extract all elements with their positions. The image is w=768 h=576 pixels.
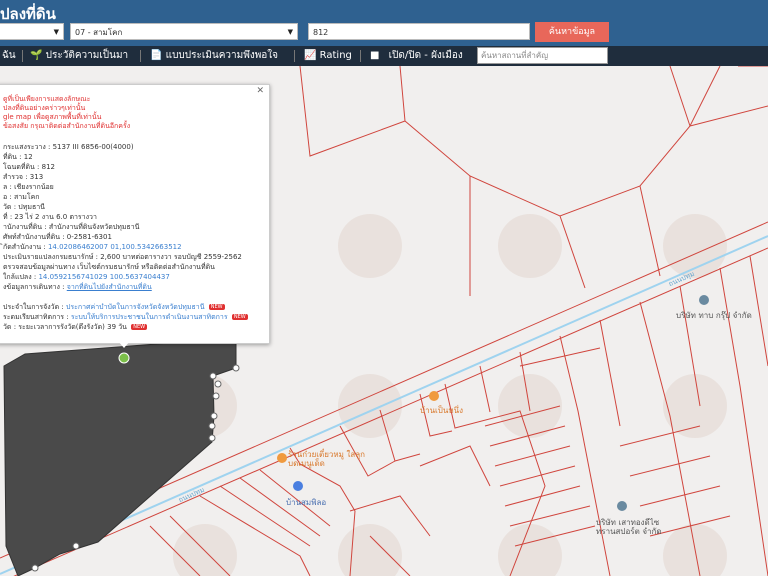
seal-watermark bbox=[498, 374, 562, 438]
parcel-center-pin bbox=[118, 352, 130, 364]
field-survey-no: สำรวจ : 313 bbox=[3, 173, 44, 181]
field-office-phone: ศัพท์สำนักงานที่ดิน : 0-2581-6301 bbox=[3, 233, 112, 241]
new-badge: NEW bbox=[208, 304, 225, 310]
vertex-handle bbox=[72, 542, 80, 550]
notice-line: ข้อสงสัย กรุณาติดต่อสำนักงานที่ดินอีกครั… bbox=[3, 122, 131, 130]
parcel-number-input[interactable]: 812 bbox=[308, 23, 530, 40]
toolbar: ฉัน 🌱 ประวัติความเป็นมา 📄 แบบประเมินความ… bbox=[0, 46, 768, 66]
parcel-coord-label: ใกล้แปลง : bbox=[3, 273, 37, 281]
field-area: ที่ : 23 ไร่ 2 งาน 6.0 ตารางวา bbox=[3, 213, 97, 221]
notice-link-row: ประจำในการจังวัด : ประกาศค่าบำบัดในการจั… bbox=[3, 303, 225, 313]
vertex-handle bbox=[232, 364, 240, 372]
place-label: บ้านเป็นหนึ่ง bbox=[420, 406, 463, 415]
vertex-handle bbox=[209, 372, 217, 380]
seal-watermark bbox=[338, 214, 402, 278]
province-select[interactable]: ▼ bbox=[0, 23, 64, 40]
vertex-handle bbox=[214, 380, 222, 388]
field-check-link[interactable]: ตรวจสอบข้อมูลผ่านทาง เว็บไซต์กรมธนารักษ์… bbox=[3, 263, 215, 273]
vertex-handle bbox=[208, 422, 216, 430]
vertex-handle bbox=[31, 564, 39, 572]
survey-duration-text: ระยะเวลาการรังวัด(ตึงรังวัด) 39 วัน bbox=[18, 323, 127, 331]
announcement-link[interactable]: ประกาศค่าบำบัดในการจังหวัดจังหวัดปทุมธาน… bbox=[66, 303, 205, 311]
toolbar-divider bbox=[360, 50, 361, 62]
toolbar-divider bbox=[22, 50, 23, 62]
vertex-handle bbox=[210, 412, 218, 420]
toolbar-item-label: ประวัติความเป็นมา bbox=[45, 50, 129, 61]
district-select-value: 07 - สามโคก bbox=[75, 28, 123, 37]
toolbar-item-survey[interactable]: 📄 แบบประเมินความพึงพอใจ bbox=[150, 46, 278, 66]
field-office-coord: ิกัดสำนักงาน : 14.02086462007 01,100.534… bbox=[3, 243, 182, 253]
toolbar-divider bbox=[140, 50, 141, 62]
place-pin-grey bbox=[699, 295, 709, 305]
toolbar-item-history[interactable]: 🌱 ประวัติความเป็นมา bbox=[30, 46, 128, 66]
chart-icon: 📈 bbox=[304, 50, 317, 61]
field-travel: งข้อมูลการเดินทาง : จากที่ดินไปยังสำนักง… bbox=[3, 283, 152, 293]
vertex-handle bbox=[208, 434, 216, 442]
popup-pointer bbox=[118, 341, 130, 348]
toolbar-item-label: แบบประเมินความพึงพอใจ bbox=[165, 50, 279, 61]
seal-watermark bbox=[173, 524, 237, 576]
place-label: บริษัท ทาบ กรุ๊ป จำกัด bbox=[676, 311, 752, 320]
field-map-sheet: กระแสงระวาง : 5137 III 6856-00(4000) bbox=[3, 143, 134, 151]
place-pin-blue bbox=[293, 481, 303, 491]
chevron-down-icon: ▼ bbox=[287, 28, 293, 36]
seal-watermark bbox=[498, 214, 562, 278]
parcel-coord-link[interactable]: 14.0592156741029 100.5637404437 bbox=[38, 273, 169, 281]
header-bar: ปลงที่ดิน ▼ 07 - สามโคก ▼ 812 ค้นหาข้อมู… bbox=[0, 0, 768, 46]
toolbar-item-label: Rating bbox=[319, 50, 352, 61]
history-icon: 🌱 bbox=[30, 50, 43, 61]
document-icon: 📄 bbox=[150, 50, 163, 61]
seal-watermark bbox=[338, 524, 402, 576]
field-parcel-coord: ใกล้แปลง : 14.0592156741029 100.56374044… bbox=[3, 273, 170, 283]
toolbar-divider bbox=[294, 50, 295, 62]
vertex-handle bbox=[212, 392, 220, 400]
office-coord-label: ิกัดสำนักงาน : bbox=[3, 243, 46, 251]
place-pin-grey bbox=[617, 501, 627, 511]
field-parcel-no: ที่ดิน : 12 bbox=[3, 153, 33, 161]
square-icon: ■ bbox=[370, 50, 380, 61]
search-button[interactable]: ค้นหาข้อมูล bbox=[535, 22, 609, 42]
link-label: ประจำในการจังวัด : bbox=[3, 303, 64, 311]
landmark-search-input[interactable]: ค้นหาสถานที่สำคัญ bbox=[477, 47, 608, 64]
parcel-number-value: 812 bbox=[313, 28, 329, 37]
field-assessment: ประเมินรายแปลงกรมธนารักษ์ : 2,600 บาทต่อ… bbox=[3, 253, 242, 261]
new-badge: NEW bbox=[231, 314, 248, 320]
district-select[interactable]: 07 - สามโคก ▼ bbox=[70, 23, 298, 40]
toolbar-item-rating[interactable]: 📈 Rating bbox=[304, 46, 352, 66]
notice-link-row: วัด : ระยะเวลาการรังวัด(ตึงรังวัด) 39 วั… bbox=[3, 323, 148, 333]
travel-label: งข้อมูลการเดินทาง : bbox=[3, 283, 65, 291]
parcel-info-popup: ✕ ดูที่เป็นเพียงการแสดงลักษณะ ปลงที่ดินอ… bbox=[0, 84, 270, 344]
field-province: วัด : ปทุมธานี bbox=[3, 203, 45, 211]
notice-link-row: ระดมเรียนสาทิตการ : ระบบให้บริการประชาชน… bbox=[3, 313, 248, 323]
toolbar-item-zoning[interactable]: ■ เปิด/ปิด - ผังเมือง bbox=[370, 46, 463, 66]
office-coord-link[interactable]: 14.02086462007 01,100.5342663512 bbox=[48, 243, 182, 251]
seal-watermark bbox=[498, 524, 562, 576]
field-district: อ : สามโคก bbox=[3, 193, 40, 201]
new-badge: NEW bbox=[131, 324, 148, 330]
service-link[interactable]: ระบบให้บริการประชาชนในการดำเนินงานสาทิตก… bbox=[71, 313, 228, 321]
place-label: ร้านก๋วยเตี๋ยวหมู ใส่ลูกบดเมนูเด็ด bbox=[288, 450, 366, 468]
place-pin-orange bbox=[277, 453, 287, 463]
place-label: บริษัท เสาทองดีไซ ทรานสปอร์ต จำกัด bbox=[596, 518, 662, 536]
link-label: วัด : bbox=[3, 323, 17, 331]
field-deed-no: โฉนดที่ดิน : 812 bbox=[3, 163, 55, 171]
toolbar-item-label: เปิด/ปิด - ผังเมือง bbox=[388, 50, 463, 61]
field-subdistrict: ล : เชียงรากน้อย bbox=[3, 183, 54, 191]
field-land-office: านักงานที่ดิน : สำนักงานที่ดินจังหวัดปทุ… bbox=[3, 223, 140, 231]
travel-link[interactable]: จากที่ดินไปยังสำนักงานที่ดิน bbox=[67, 283, 152, 291]
toolbar-item-label: ฉัน bbox=[2, 50, 16, 61]
link-label: ระดมเรียนสาทิตการ : bbox=[3, 313, 69, 321]
close-icon[interactable]: ✕ bbox=[256, 86, 264, 97]
place-label: บ้านสมพิลอ bbox=[286, 498, 327, 507]
toolbar-item-me[interactable]: ฉัน bbox=[2, 46, 16, 66]
place-pin-orange bbox=[429, 391, 439, 401]
chevron-down-icon: ▼ bbox=[53, 28, 59, 36]
